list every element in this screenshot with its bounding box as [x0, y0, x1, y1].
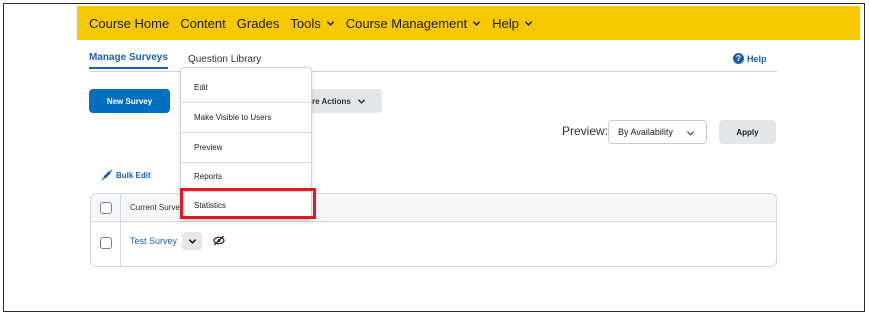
help-icon: ?	[733, 53, 744, 64]
help-link-label: Help	[747, 53, 767, 64]
preview-label: Preview:	[562, 124, 609, 138]
nav-course-home[interactable]: Course Home	[89, 16, 169, 31]
menu-item-edit[interactable]: Edit	[181, 73, 311, 103]
nav-course-management[interactable]: Course Management	[346, 16, 481, 31]
course-navbar: Course Home Content Grades Tools Course …	[77, 6, 860, 40]
column-header-current-survey[interactable]: Current Surve	[130, 203, 180, 212]
nav-grades[interactable]: Grades	[237, 16, 280, 31]
chevron-down-icon	[326, 20, 334, 26]
nav-help-label: Help	[492, 15, 519, 31]
statistics-highlight-box	[180, 188, 316, 219]
nav-course-home-label: Course Home	[89, 15, 170, 31]
survey-link[interactable]: Test Survey	[130, 236, 177, 246]
eye-slash-icon	[213, 235, 225, 246]
column-divider	[120, 194, 121, 266]
select-all-checkbox[interactable]	[100, 202, 112, 214]
nav-course-management-label: Course Management	[345, 15, 468, 31]
chevron-down-icon	[357, 98, 365, 104]
nav-content-label: Content	[180, 15, 226, 31]
chevron-down-icon	[524, 20, 533, 26]
nav-tools[interactable]: Tools	[290, 16, 334, 31]
pencil-icon	[101, 169, 113, 181]
tab-manage-surveys[interactable]: Manage Surveys	[89, 52, 168, 69]
new-survey-button[interactable]: New Survey	[89, 89, 170, 113]
survey-context-menu-button[interactable]	[182, 232, 202, 250]
nav-tools-label: Tools	[290, 15, 321, 31]
bulk-edit-label: Bulk Edit	[116, 170, 151, 180]
menu-item-preview[interactable]: Preview	[181, 133, 311, 163]
nav-content[interactable]: Content	[180, 16, 226, 31]
nav-help[interactable]: Help	[492, 16, 533, 31]
bulk-edit-button[interactable]: Bulk Edit	[101, 169, 151, 181]
nav-grades-label: Grades	[236, 15, 280, 31]
help-link[interactable]: ? Help	[733, 53, 767, 64]
preview-selected-value: By Availability	[618, 127, 673, 137]
chevron-down-icon	[472, 20, 481, 26]
preview-select[interactable]: By Availability	[608, 120, 707, 144]
row-checkbox[interactable]	[100, 237, 112, 249]
menu-item-make-visible[interactable]: Make Visible to Users	[181, 103, 311, 133]
chevron-down-icon	[188, 238, 196, 244]
more-actions-label: re Actions	[312, 96, 351, 106]
apply-button[interactable]: Apply	[719, 120, 776, 144]
chevron-down-icon	[686, 131, 695, 136]
